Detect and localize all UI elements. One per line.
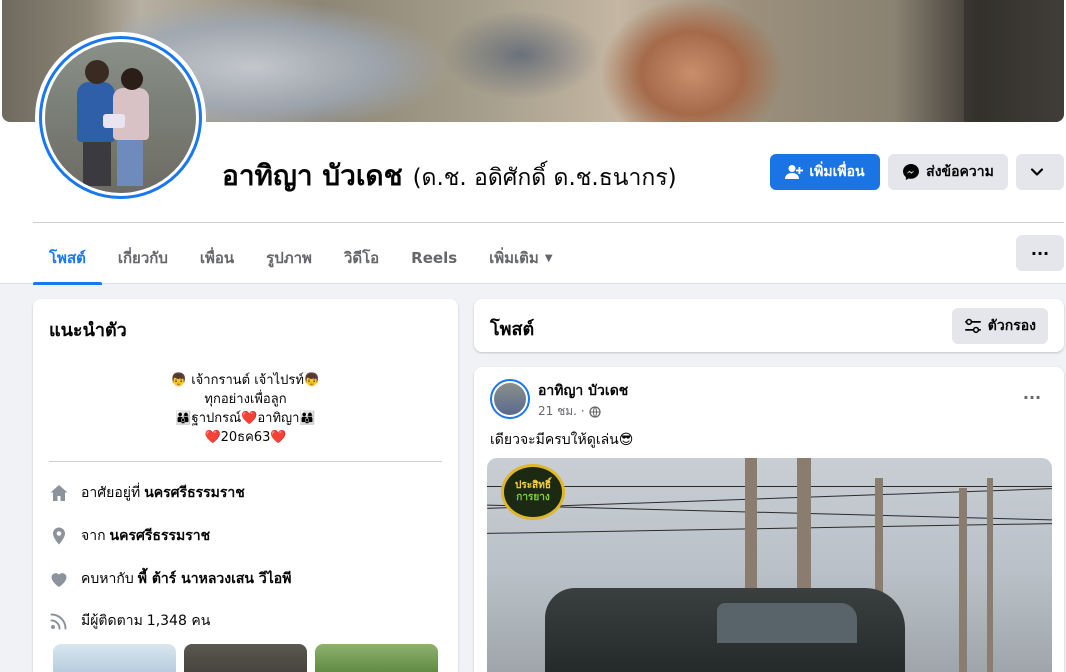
bio-line: ❤️20ธค63❤️ <box>204 430 287 445</box>
tab-more[interactable]: เพิ่มเติม ▼ <box>473 232 568 284</box>
post-author-name[interactable]: อาทิญา บัวเดช <box>538 380 628 402</box>
globe-icon <box>588 405 601 418</box>
intro-title: แนะนำตัว <box>49 320 127 341</box>
logo-line: ประสิทธิ์ <box>515 480 551 491</box>
from-row: จาก นครศรีธรรมราช <box>49 525 210 547</box>
bio-line: 👦 เจ้ากรานต์ เจ้าไปรท์👦 <box>170 373 321 388</box>
bio-text: 👦 เจ้ากรานต์ เจ้าไปรท์👦 ทุกอย่างเพื่อลูก… <box>49 371 442 447</box>
relationship-row: คบหากับ พี้ ต้าร์ นาหลวงเสน วีไอพี <box>49 568 291 590</box>
rss-icon <box>49 611 69 631</box>
logo-line: การยาง <box>516 492 550 503</box>
tab-label: โพสต์ <box>49 249 86 267</box>
tab-label: เกี่ยวกับ <box>117 249 168 267</box>
post-options-button[interactable]: ··· <box>1016 383 1048 411</box>
tab-photos[interactable]: รูปภาพ <box>250 232 328 284</box>
header-divider <box>33 222 1064 223</box>
tab-posts[interactable]: โพสต์ <box>33 232 102 285</box>
post-text: เดียวจะมีครบให้ดูเล่น😎 <box>490 432 634 448</box>
followers-row: มีผู้ติดตาม 1,348 คน <box>49 610 210 632</box>
tab-about[interactable]: เกี่ยวกับ <box>102 232 184 284</box>
featured-photo[interactable] <box>315 644 438 672</box>
bio-line: ทุกอย่างเพื่อลูก <box>204 392 287 407</box>
tab-label: วิดีโอ <box>343 249 380 267</box>
relationship-partner-link[interactable]: พี้ ต้าร์ นาหลวงเสน วีไอพี <box>138 568 292 590</box>
featured-photo[interactable] <box>184 644 307 672</box>
add-friend-button[interactable]: เพิ่มเพื่อน <box>770 154 880 190</box>
posts-header-card: โพสต์ ตัวกรอง <box>474 299 1064 352</box>
bio-line: 👨‍👩‍👦ฐาปกรณ์❤️อาทิญา👨‍👩‍👦 <box>175 411 316 426</box>
tabs-more-options-button[interactable]: ··· <box>1016 235 1064 271</box>
followers-count[interactable]: 1,348 คน <box>147 610 210 632</box>
post-meta: 21 ชม. · <box>538 402 601 421</box>
posts-title: โพสต์ <box>490 319 535 340</box>
more-dots-icon: ··· <box>1030 243 1050 263</box>
profile-tabs: โพสต์ เกี่ยวกับ เพื่อน รูปภาพ วิดีโอ Ree… <box>33 232 569 285</box>
post-timestamp[interactable]: 21 ชม. · <box>538 402 585 421</box>
more-dots-icon: ··· <box>1022 387 1042 407</box>
profile-name: อาทิญา บัวเดช <box>222 159 403 192</box>
tab-reels[interactable]: Reels <box>395 232 473 284</box>
profile-more-button[interactable] <box>1016 154 1064 190</box>
relationship-prefix: คบหากับ <box>81 571 134 587</box>
message-button[interactable]: ส่งข้อความ <box>888 154 1008 190</box>
tab-label: เพิ่มเติม <box>489 249 539 267</box>
home-icon <box>49 483 69 503</box>
filter-icon <box>964 318 981 334</box>
add-friend-label: เพิ่มเพื่อน <box>809 163 865 179</box>
heart-icon <box>49 569 69 589</box>
tab-videos[interactable]: วิดีโอ <box>328 232 395 284</box>
tab-label: เพื่อน <box>199 249 235 267</box>
filter-button[interactable]: ตัวกรอง <box>951 308 1048 344</box>
bio-divider <box>49 461 442 462</box>
lives-in-link[interactable]: นครศรีธรรมราช <box>144 482 245 504</box>
profile-alternate-name: (ด.ช. อดิศักดิ์ ด.ช.ธนากร) <box>412 165 677 191</box>
intro-card: แนะนำตัว 👦 เจ้ากรานต์ เจ้าไปรท์👦 ทุกอย่า… <box>33 299 458 672</box>
featured-photos <box>53 644 438 672</box>
avatar <box>45 42 196 193</box>
profile-picture[interactable] <box>35 32 206 203</box>
followers-prefix: มีผู้ติดตาม <box>81 613 143 629</box>
tab-label: Reels <box>411 249 458 267</box>
message-label: ส่งข้อความ <box>926 163 994 179</box>
tab-friends[interactable]: เพื่อน <box>184 232 250 284</box>
shop-logo: ประสิทธิ์ การยาง <box>501 464 565 520</box>
caret-down-icon: ▼ <box>544 252 553 264</box>
from-link[interactable]: นครศรีธรรมราช <box>110 525 211 547</box>
add-friend-icon <box>785 165 804 179</box>
profile-name-row: อาทิญา บัวเดช (ด.ช. อดิศักดิ์ ด.ช.ธนากร) <box>222 154 677 198</box>
tab-label: รูปภาพ <box>266 249 312 267</box>
post-image[interactable]: ประสิทธิ์ การยาง <box>487 458 1052 672</box>
location-pin-icon <box>49 526 69 546</box>
from-prefix: จาก <box>81 528 106 544</box>
lives-in-prefix: อาศัยอยู่ที่ <box>81 485 141 501</box>
post-author-avatar[interactable] <box>490 379 530 419</box>
post-card: อาทิญา บัวเดช 21 ชม. · ··· เดียวจะมีครบใ… <box>474 367 1064 672</box>
filter-label: ตัวกรอง <box>987 318 1036 334</box>
featured-photo[interactable] <box>53 644 176 672</box>
messenger-icon <box>903 164 920 180</box>
story-ring <box>39 36 202 199</box>
lives-in-row: อาศัยอยู่ที่ นครศรีธรรมราช <box>49 482 245 504</box>
chevron-down-icon <box>1030 168 1044 176</box>
